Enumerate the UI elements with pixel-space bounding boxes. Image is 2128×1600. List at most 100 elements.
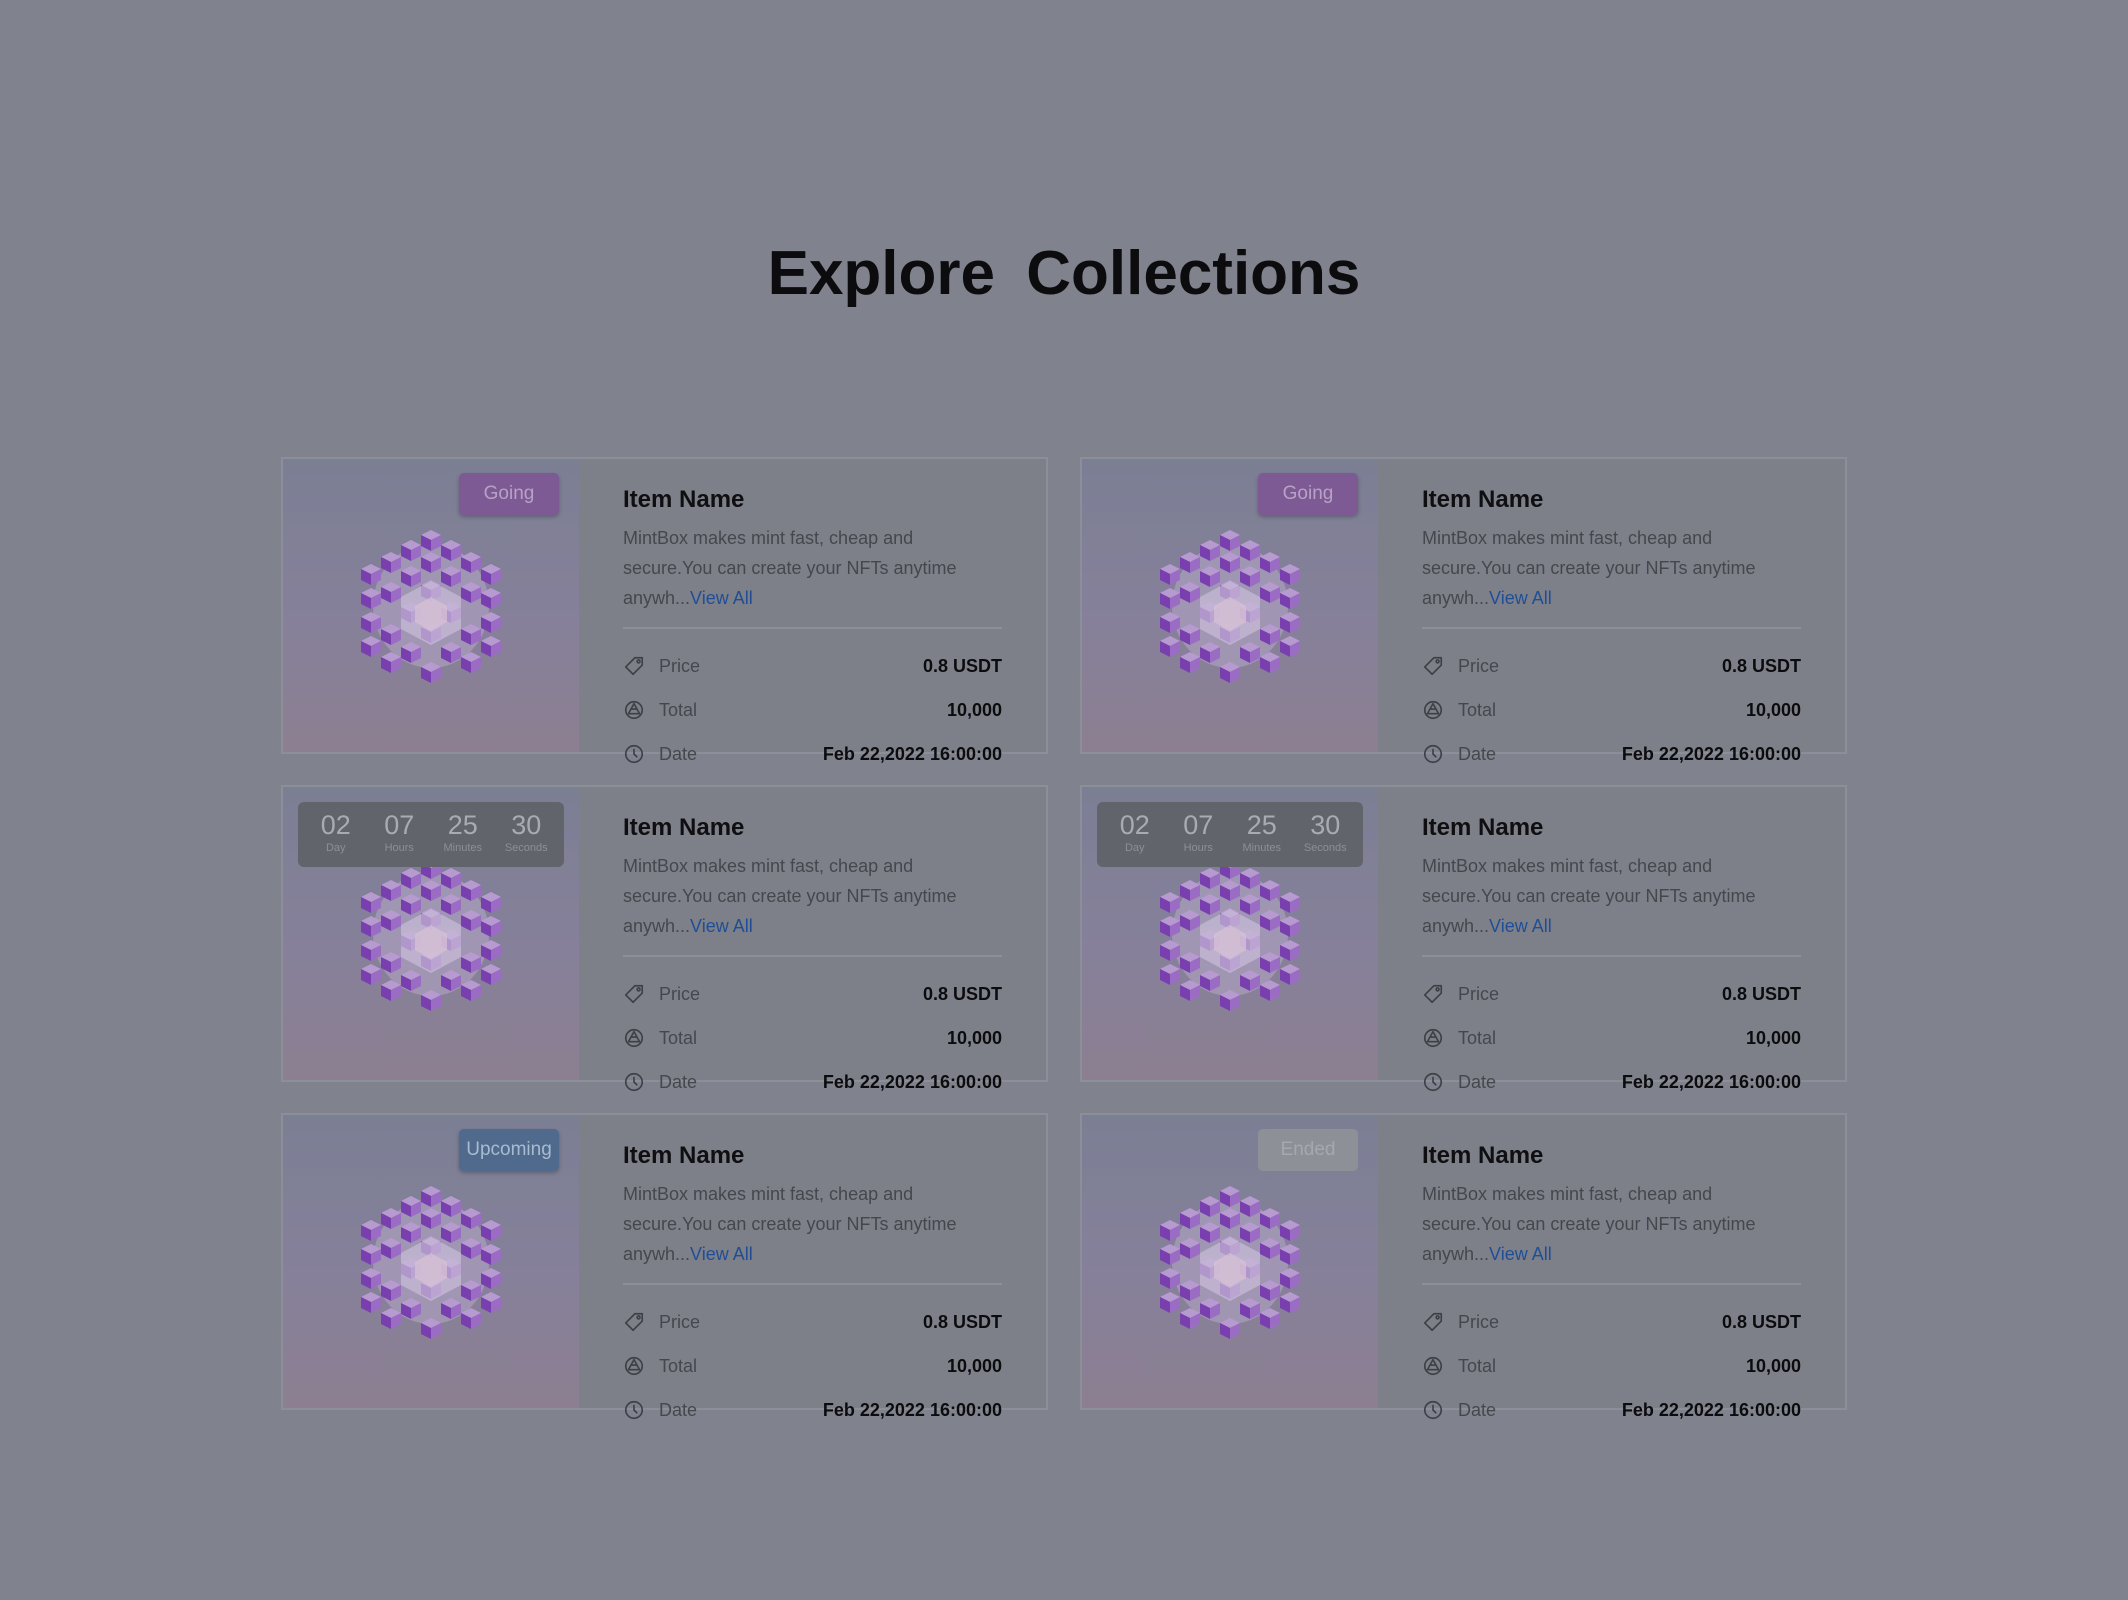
price-value: 0.8 USDT: [922, 655, 1002, 676]
nft-cube-image: [349, 521, 513, 691]
price-label: Price: [1458, 655, 1500, 676]
total-value: 10,000: [946, 1027, 1002, 1048]
view-all-link[interactable]: View All: [690, 916, 753, 936]
divider: [623, 627, 1002, 629]
item-name: Item Name: [623, 814, 745, 841]
countdown-seconds-label: Seconds: [1303, 842, 1347, 854]
card-info: Item Name MintBox makes mint fast, cheap…: [1378, 459, 1845, 764]
nft-cube-image: [1148, 521, 1312, 691]
price-label: Price: [1458, 983, 1500, 1004]
countdown-timer: 02 Day 07 Hours 25 Minutes 30 Seconds: [1097, 802, 1363, 867]
nft-thumbnail[interactable]: Going: [1082, 459, 1378, 752]
nft-cube-image: [349, 849, 513, 1019]
view-all-link[interactable]: View All: [1489, 588, 1552, 608]
collection-card[interactable]: Going Item Name MintBox makes mint fast,…: [1080, 457, 1847, 764]
view-all-link[interactable]: View All: [690, 588, 753, 608]
date-value: Feb 22,2022 16:00:00: [822, 743, 1002, 764]
total-row: Total 10,000: [1422, 1351, 1801, 1381]
card-info: Item Name MintBox makes mint fast, cheap…: [1378, 787, 1845, 1092]
divider: [623, 955, 1002, 957]
total-label: Total: [1458, 1027, 1497, 1048]
countdown-day: 02 Day: [1105, 810, 1165, 867]
countdown-day-value: 02: [320, 810, 351, 840]
divider: [1422, 627, 1801, 629]
card-info: Item Name MintBox makes mint fast, cheap…: [1378, 1115, 1845, 1420]
price-value: 0.8 USDT: [922, 983, 1002, 1004]
card-info: Item Name MintBox makes mint fast, cheap…: [579, 459, 1046, 764]
view-all-link[interactable]: View All: [1489, 916, 1552, 936]
countdown-hours-label: Hours: [384, 842, 414, 854]
collection-card[interactable]: 02 Day 07 Hours 25 Minutes 30 Seconds Item N…: [281, 785, 1048, 1092]
collection-card[interactable]: Upcoming Item Name MintBox makes mint fa…: [281, 1113, 1048, 1420]
date-value: Feb 22,2022 16:00:00: [1621, 743, 1801, 764]
price-value: 0.8 USDT: [1721, 655, 1801, 676]
collection-card[interactable]: Going Item Name MintBox makes mint fast,…: [281, 457, 1048, 764]
total-value: 10,000: [946, 1355, 1002, 1376]
item-description: MintBox makes mint fast, cheap and secur…: [1422, 851, 1801, 941]
countdown-minutes-label: Minutes: [1242, 842, 1282, 854]
nft-thumbnail[interactable]: 02 Day 07 Hours 25 Minutes 30 Seconds: [1082, 787, 1378, 1080]
description-text: MintBox makes mint fast, cheap and secur…: [1422, 856, 1756, 936]
countdown-seconds: 30 Seconds: [1295, 810, 1355, 867]
nft-cube-image: [1148, 1177, 1312, 1347]
date-row: Date Feb 22,2022 16:00:00: [1422, 1067, 1801, 1097]
item-description: MintBox makes mint fast, cheap and secur…: [623, 851, 1002, 941]
price-label: Price: [659, 655, 701, 676]
price-row: Price 0.8 USDT: [1422, 979, 1801, 1009]
date-label: Date: [659, 743, 698, 764]
status-badge-going: Going: [1258, 473, 1358, 515]
price-tag-icon: [624, 1312, 644, 1332]
nft-thumbnail[interactable]: Upcoming: [283, 1115, 579, 1408]
collection-card[interactable]: 02 Day 07 Hours 25 Minutes 30 Seconds Item N…: [1080, 785, 1847, 1092]
clock-icon: [1423, 1072, 1443, 1092]
price-tag-icon: [1423, 984, 1443, 1004]
price-tag-icon: [624, 656, 644, 676]
countdown-day: 02 Day: [306, 810, 366, 867]
total-icon: [624, 1028, 644, 1048]
countdown-minutes: 25 Minutes: [433, 810, 493, 867]
nft-cube-image: [1148, 849, 1312, 1019]
date-row: Date Feb 22,2022 16:00:00: [623, 1395, 1002, 1425]
countdown-minutes: 25 Minutes: [1232, 810, 1292, 867]
item-description: MintBox makes mint fast, cheap and secur…: [623, 1179, 1002, 1269]
countdown-seconds-value: 30: [1310, 810, 1341, 840]
countdown-timer: 02 Day 07 Hours 25 Minutes 30 Seconds: [298, 802, 564, 867]
total-icon: [1423, 1028, 1443, 1048]
price-label: Price: [1458, 1311, 1500, 1332]
countdown-day-value: 02: [1119, 810, 1150, 840]
price-tag-icon: [1423, 656, 1443, 676]
price-row: Price 0.8 USDT: [623, 651, 1002, 681]
total-icon: [624, 700, 644, 720]
clock-icon: [624, 1400, 644, 1420]
total-label: Total: [659, 699, 698, 720]
description-text: MintBox makes mint fast, cheap and secur…: [623, 528, 957, 608]
date-label: Date: [1458, 1399, 1497, 1420]
nft-cube-image: [349, 1177, 513, 1347]
countdown-hours-value: 07: [1183, 810, 1214, 840]
total-label: Total: [1458, 699, 1497, 720]
collection-card[interactable]: Ended Item Name MintBox makes mint fast,…: [1080, 1113, 1847, 1420]
nft-thumbnail[interactable]: Going: [283, 459, 579, 752]
price-row: Price 0.8 USDT: [1422, 1307, 1801, 1337]
total-value: 10,000: [1745, 1355, 1801, 1376]
price-value: 0.8 USDT: [922, 1311, 1002, 1332]
price-row: Price 0.8 USDT: [623, 979, 1002, 1009]
clock-icon: [1423, 1400, 1443, 1420]
total-label: Total: [659, 1027, 698, 1048]
price-tag-icon: [624, 984, 644, 1004]
nft-thumbnail[interactable]: Ended: [1082, 1115, 1378, 1408]
view-all-link[interactable]: View All: [1489, 1244, 1552, 1264]
total-label: Total: [659, 1355, 698, 1376]
description-text: MintBox makes mint fast, cheap and secur…: [1422, 528, 1756, 608]
total-icon: [624, 1356, 644, 1376]
item-description: MintBox makes mint fast, cheap and secur…: [623, 523, 1002, 613]
status-badge-going: Going: [459, 473, 559, 515]
view-all-link[interactable]: View All: [690, 1244, 753, 1264]
clock-icon: [624, 1072, 644, 1092]
date-row: Date Feb 22,2022 16:00:00: [623, 739, 1002, 769]
nft-thumbnail[interactable]: 02 Day 07 Hours 25 Minutes 30 Seconds: [283, 787, 579, 1080]
price-label: Price: [659, 1311, 701, 1332]
countdown-day-label: Day: [325, 842, 346, 854]
item-name: Item Name: [1422, 814, 1544, 841]
item-name: Item Name: [1422, 486, 1544, 513]
